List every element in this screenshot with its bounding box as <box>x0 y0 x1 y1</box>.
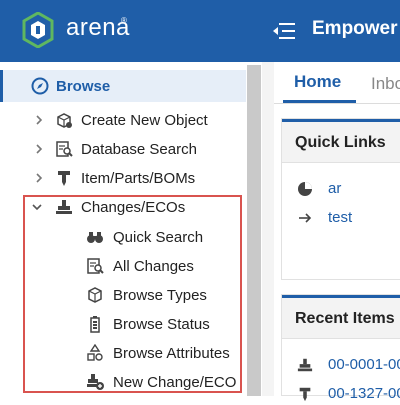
sidebar-browse[interactable]: Browse <box>0 70 246 102</box>
chevron-right-icon[interactable] <box>33 114 45 126</box>
card-header: Quick Links <box>282 122 400 163</box>
recent-item-label[interactable]: 00-0001-00 <box>328 356 400 373</box>
highlight-box <box>23 195 242 393</box>
sidebar-scrollbar[interactable] <box>247 65 261 396</box>
logo-registered-mark: ® <box>121 16 127 25</box>
quick-link-label[interactable]: ar <box>328 180 341 197</box>
compass-icon <box>31 77 49 95</box>
recent-items-title: Recent Items <box>295 310 395 327</box>
quick-link-item[interactable]: ar <box>282 178 400 200</box>
quick-link-item[interactable]: test <box>282 207 400 229</box>
menu-collapse-icon[interactable] <box>272 21 296 41</box>
quick-links-card: Quick Links ar test <box>281 118 400 280</box>
tab-inbox[interactable]: Inbo <box>371 74 400 94</box>
box-wand-icon <box>57 113 72 128</box>
workspace-title[interactable]: Empower D <box>312 18 400 40</box>
tabs-divider <box>274 103 400 104</box>
sidebar-browse-label: Browse <box>56 78 111 95</box>
sidebar-item-create-new-object[interactable]: Create New Object <box>0 108 246 134</box>
quick-link-label[interactable]: test <box>328 209 352 226</box>
arena-logo-icon[interactable] <box>22 12 54 48</box>
recent-item[interactable]: 00-0001-00 <box>282 354 400 376</box>
change-stamp-icon <box>297 358 313 372</box>
chevron-right-icon[interactable] <box>33 143 45 155</box>
sidebar-item-item-parts-boms[interactable]: Item/Parts/BOMs <box>0 166 246 192</box>
sidebar-item-label: Database Search <box>81 141 197 158</box>
card-header: Recent Items <box>282 298 400 339</box>
top-bar: arena ® Empower D <box>0 0 400 62</box>
quick-links-title: Quick Links <box>295 134 386 151</box>
database-search-icon <box>56 141 73 157</box>
content-gutter <box>262 62 274 396</box>
pie-chart-icon <box>298 182 312 196</box>
recent-item[interactable]: 00-1327-00 <box>282 383 400 405</box>
recent-item-label[interactable]: 00-1327-00 <box>328 385 400 402</box>
tab-home[interactable]: Home <box>294 72 341 92</box>
item-pin-icon <box>299 387 311 402</box>
item-pin-icon <box>58 171 70 186</box>
sidebar-item-label: Create New Object <box>81 112 208 129</box>
arrow-right-icon <box>299 213 312 223</box>
sidebar-item-label: Item/Parts/BOMs <box>81 170 196 187</box>
sidebar-item-database-search[interactable]: Database Search <box>0 137 246 163</box>
recent-items-card: Recent Items 00-0001-00 00-1327-00 <box>281 294 400 402</box>
chevron-right-icon[interactable] <box>33 172 45 184</box>
